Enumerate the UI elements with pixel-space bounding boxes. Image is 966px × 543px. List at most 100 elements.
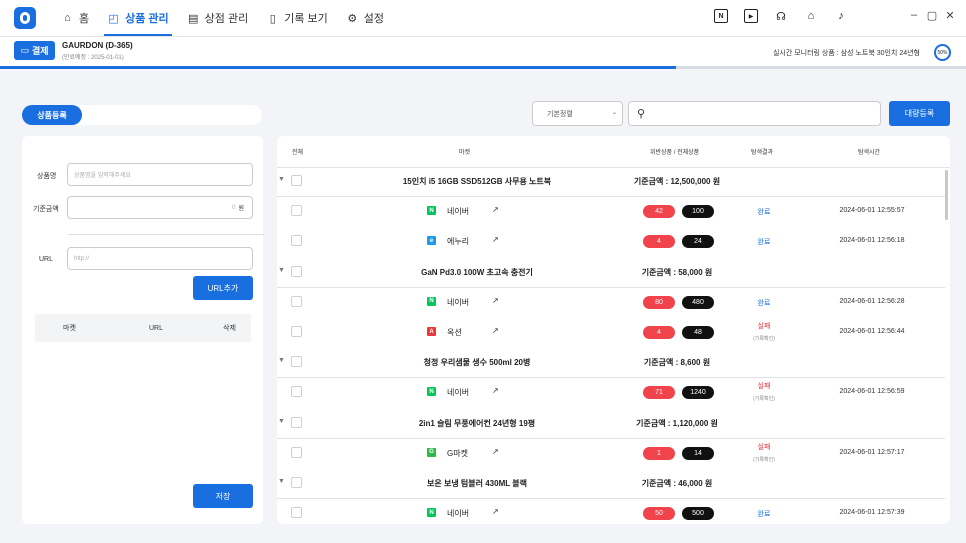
row-checkbox[interactable]: [291, 477, 302, 488]
total-count-badge: 14: [682, 446, 714, 460]
sort-select[interactable]: 기본정렬 ⌄: [532, 101, 623, 126]
row-checkbox[interactable]: [291, 235, 302, 247]
progress-percent-badge: 50%: [934, 44, 951, 61]
row-checkbox[interactable]: [291, 326, 302, 337]
product-title: 보온 보냉 텀블러 430ML 블랙: [427, 479, 527, 488]
expand-caret-icon[interactable]: ▼: [278, 176, 285, 183]
scrollbar[interactable]: [945, 170, 948, 220]
expiry-date: (만료예정 : 2025-01-01): [62, 55, 124, 61]
search-input[interactable]: ⚲: [628, 101, 881, 126]
url-add-button[interactable]: URL추가: [193, 276, 253, 300]
row-checkbox[interactable]: [291, 507, 302, 519]
external-link-icon[interactable]: ↗: [492, 386, 499, 395]
maximize-icon[interactable]: ▢: [926, 9, 938, 23]
header-all[interactable]: 전체: [292, 147, 303, 156]
header-ratio: 위반상품 / 전체상품: [650, 150, 700, 156]
nav-home-label: 홈: [79, 13, 90, 25]
base-price-unit: 원: [238, 206, 244, 212]
row-checkbox[interactable]: [291, 265, 302, 277]
search-result-status: 완료: [742, 207, 786, 217]
search-time: 2024-06-01 12:56:28: [839, 297, 905, 305]
headset-icon[interactable]: ☊: [774, 9, 788, 23]
app-logo[interactable]: [14, 7, 36, 29]
market-name: 에누리: [447, 237, 470, 247]
row-checkbox[interactable]: [291, 295, 302, 307]
result-text: 완료: [757, 511, 771, 519]
header-market: 마켓: [459, 150, 471, 156]
market-logo-icon: e: [427, 236, 436, 246]
total-count-badge: 480: [682, 295, 714, 309]
window-controls: – ▢ ✕: [908, 9, 956, 23]
product-group-row: ▼ GaN Pd3.0 100W 초고속 충전기 기준금액 : 58,000 원: [277, 258, 945, 288]
play-icon[interactable]: ▶: [744, 9, 758, 23]
external-link-icon[interactable]: ↗: [492, 235, 499, 244]
market-logo-icon: N: [427, 508, 436, 518]
external-link-icon[interactable]: ↗: [492, 296, 499, 305]
external-link-icon[interactable]: ↗: [492, 326, 499, 335]
bell-icon[interactable]: ♪: [834, 9, 848, 23]
external-link-icon[interactable]: ↗: [492, 507, 499, 516]
row-checkbox[interactable]: [291, 356, 302, 368]
row-checkbox[interactable]: [291, 205, 302, 217]
market-row: A 옥션 ↗ 4 48 실패 (기록확인) 2024-06-01 12:56:44: [277, 318, 945, 348]
nav-product-management[interactable]: ◰ 상품 관리: [98, 0, 178, 36]
expand-caret-icon[interactable]: ▼: [278, 478, 285, 485]
header-time: 탐색시간: [858, 150, 881, 156]
top-bar: ⌂ 홈 ◰ 상품 관리 ▤ 상점 관리 ▯ 기록 보기 ⚙ 설정 N ▶ ☊ ⌂ ♪ – …: [0, 0, 966, 36]
search-result-status: 완료: [742, 237, 786, 247]
tab-product-register[interactable]: 상품등록: [22, 105, 82, 125]
close-icon[interactable]: ✕: [944, 9, 956, 23]
payment-button[interactable]: ▭ 결제: [14, 41, 55, 60]
external-link-icon[interactable]: ↗: [492, 205, 499, 214]
check-record-link[interactable]: (기록확인): [742, 335, 786, 342]
naver-icon[interactable]: N: [714, 9, 728, 23]
expand-caret-icon[interactable]: ▼: [278, 418, 285, 425]
search-time: 2024-06-01 12:57:39: [839, 509, 905, 517]
base-price-input[interactable]: 0원: [67, 196, 253, 219]
check-record-link[interactable]: (기록확인): [742, 456, 786, 463]
search-time: 2024-06-01 12:55:57: [839, 207, 905, 215]
nav-store-management[interactable]: ▤ 상점 관리: [178, 0, 258, 36]
minimize-icon[interactable]: –: [908, 9, 920, 23]
row-checkbox[interactable]: [291, 416, 302, 428]
nav-history[interactable]: ▯ 기록 보기: [257, 0, 337, 36]
save-button[interactable]: 저장: [193, 484, 253, 508]
expand-caret-icon[interactable]: ▼: [278, 267, 285, 274]
market-logo-icon: N: [427, 387, 436, 397]
nav-settings[interactable]: ⚙ 설정: [337, 0, 393, 36]
result-text: 실패: [757, 323, 771, 330]
expand-caret-icon[interactable]: ▼: [278, 357, 285, 364]
product-table: 전체 마켓 위반상품 / 전체상품 탐색결과 탐색시간 ▼ 15인치 i5 16G…: [277, 136, 950, 524]
row-checkbox[interactable]: [291, 446, 302, 458]
document-icon: ▯: [269, 12, 276, 25]
check-record-link[interactable]: (기록확인): [742, 395, 786, 402]
nav-home[interactable]: ⌂ 홈: [52, 0, 98, 36]
divider: [68, 234, 264, 235]
search-time: 2024-06-01 12:56:18: [839, 237, 905, 245]
gear-icon: ⚙: [347, 12, 358, 25]
total-count-badge: 24: [682, 235, 714, 249]
product-name-input[interactable]: 상품명을 입력해주세요: [67, 163, 253, 186]
base-price-value: 0: [232, 204, 236, 211]
table-header: 전체 마켓 위반상품 / 전체상품 탐색결과 탐색시간: [277, 136, 950, 168]
search-result-status[interactable]: 실패 (기록확인): [742, 321, 786, 342]
bulk-register-button[interactable]: 대량등록: [889, 101, 950, 126]
external-link-icon[interactable]: ↗: [492, 447, 499, 456]
row-checkbox[interactable]: [291, 386, 302, 398]
search-result-status[interactable]: 실패 (기록확인): [742, 381, 786, 402]
search-result-status[interactable]: 실패 (기록확인): [742, 442, 786, 463]
url-label: URL: [39, 256, 54, 263]
url-input[interactable]: http://: [67, 247, 253, 270]
search-time: 2024-06-01 12:57:17: [839, 448, 905, 456]
product-register-panel: 상품명 상품명을 입력해주세요 기준금액 0원 URL http:// URL추…: [22, 136, 264, 524]
row-checkbox[interactable]: [291, 175, 302, 186]
home-icon: ⌂: [64, 12, 71, 24]
violation-count-badge: 4: [643, 235, 675, 249]
chevron-down-icon: ⌄: [611, 110, 617, 116]
home-icon[interactable]: ⌂: [804, 9, 818, 23]
market-row: N 네이버 ↗ 71 1240 실패 (기록확인) 2024-06-01 12:56:59: [277, 378, 945, 408]
product-group-row: ▼ 15인치 i5 16GB SSD512GB 사무용 노트북 기준금액 : 12,…: [277, 167, 945, 197]
market-name: 네이버: [447, 297, 470, 307]
market-name: G마켓: [447, 448, 468, 458]
col-market: 마켓: [63, 325, 76, 332]
